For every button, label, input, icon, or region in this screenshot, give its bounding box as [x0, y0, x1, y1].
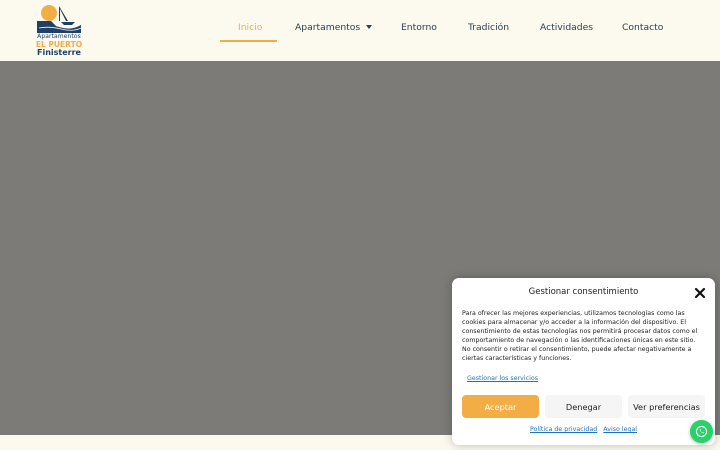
site-header: Apartamentos EL PUERTO Finisterre Inicio… [0, 0, 720, 61]
consent-legal-links: Política de privacidad Aviso legal [452, 426, 715, 433]
cookie-consent-dialog: Gestionar consentimiento Para ofrecer la… [452, 278, 715, 445]
consent-title: Gestionar consentimiento [528, 287, 639, 297]
nav-item-contacto[interactable]: Contacto [622, 22, 663, 40]
whatsapp-button[interactable] [690, 420, 713, 443]
whatsapp-icon [695, 425, 708, 438]
legal-notice-link[interactable]: Aviso legal [603, 426, 637, 433]
privacy-policy-link[interactable]: Política de privacidad [530, 426, 597, 433]
view-preferences-button[interactable]: Ver preferencias [628, 395, 705, 418]
nav-item-inicio[interactable]: Inicio [238, 22, 262, 40]
nav-item-apartamentos-label: Apartamentos [295, 22, 361, 33]
main-nav: Inicio Apartamentos Entorno Tradición Ac… [0, 0, 720, 61]
nav-item-entorno[interactable]: Entorno [401, 22, 437, 40]
nav-item-apartamentos[interactable]: Apartamentos [295, 22, 373, 40]
manage-services-link[interactable]: Gestionar los servicios [467, 375, 538, 382]
nav-active-underline [220, 40, 277, 42]
chevron-down-icon [366, 24, 373, 29]
nav-item-tradicion[interactable]: Tradición [468, 22, 509, 40]
close-icon[interactable] [694, 287, 706, 299]
consent-message: Para ofrecer las mejores experiencias, u… [462, 310, 698, 362]
accept-button[interactable]: Aceptar [462, 395, 539, 418]
nav-item-actividades[interactable]: Actividades [540, 22, 593, 40]
deny-button[interactable]: Denegar [545, 395, 622, 418]
